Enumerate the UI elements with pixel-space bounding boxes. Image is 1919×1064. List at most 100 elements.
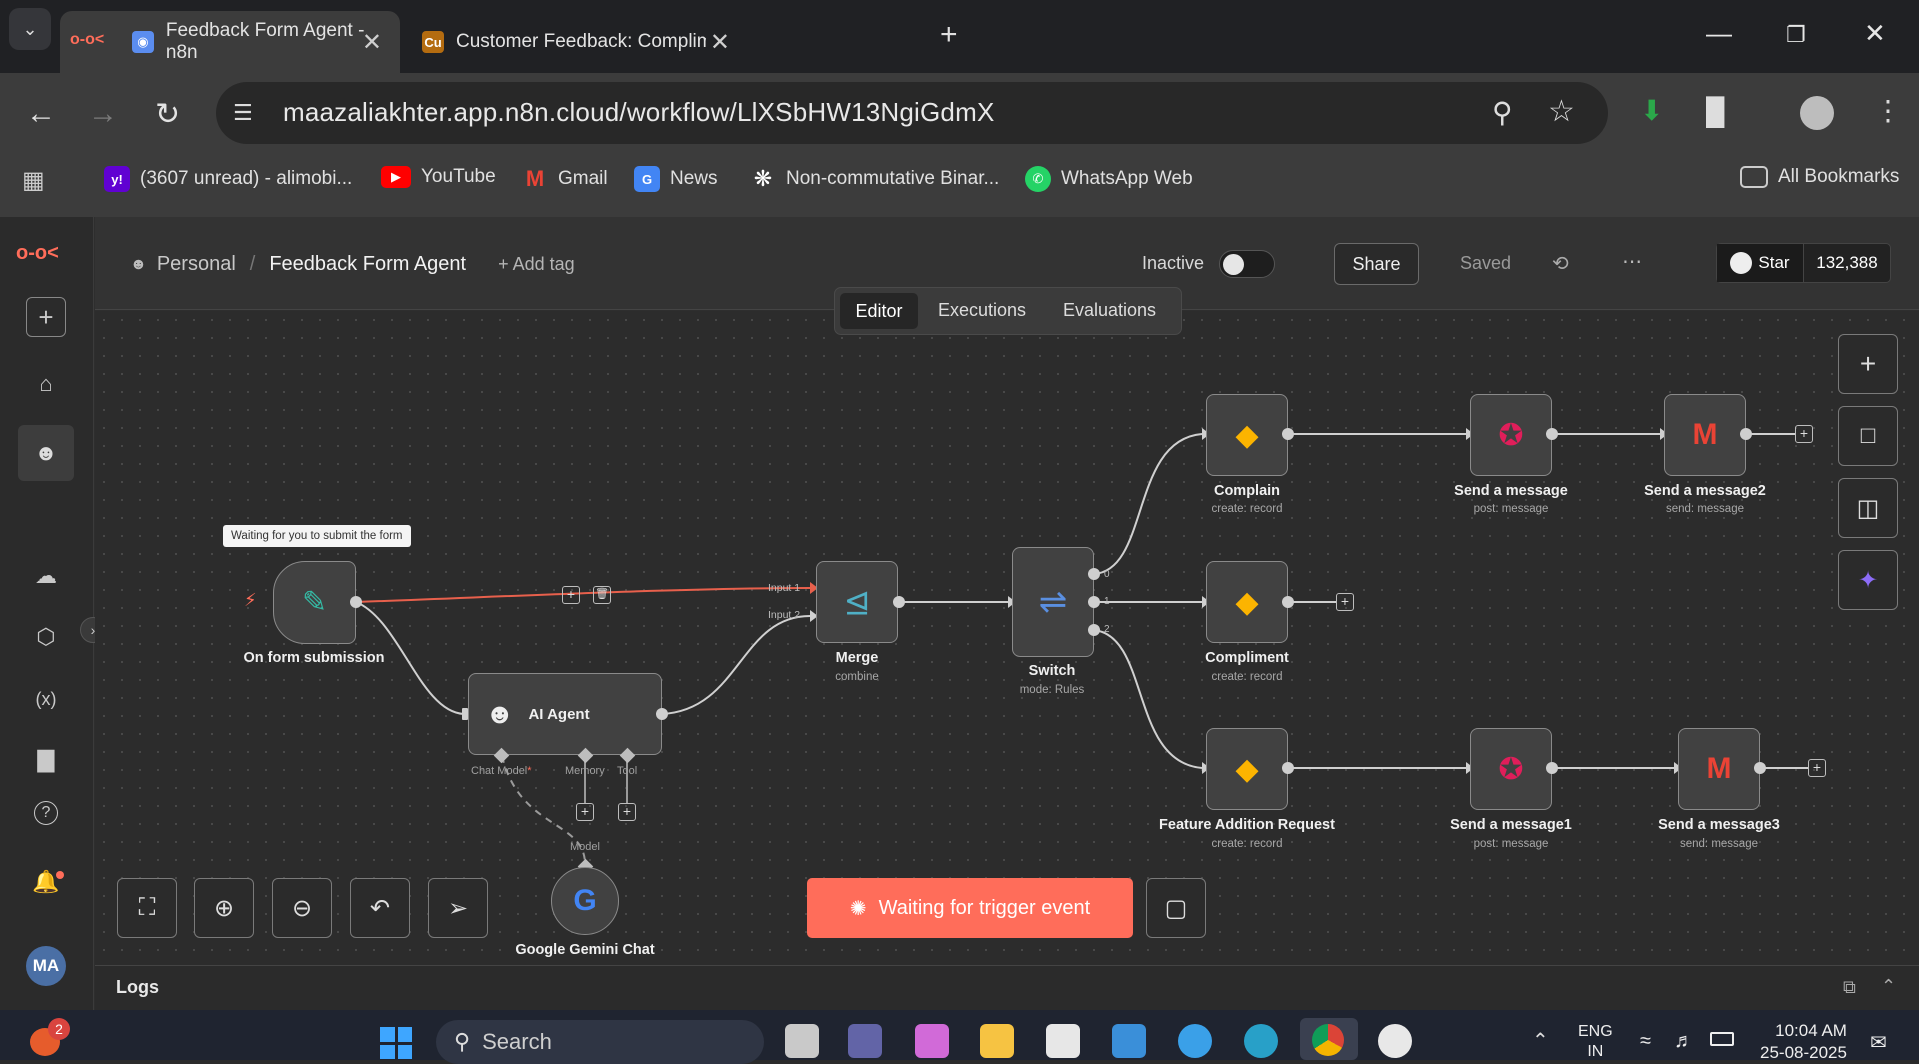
chevron-up-icon[interactable]: ⌃: [1881, 976, 1896, 997]
workflow-canvas[interactable]: [95, 311, 1919, 965]
history-icon[interactable]: ⟲: [1552, 251, 1569, 276]
bookmark-chatgpt[interactable]: ❋ Non-commutative Binar...: [750, 166, 1000, 192]
insights-icon[interactable]: ▇: [26, 740, 66, 780]
slack-output-port[interactable]: [1546, 428, 1558, 440]
pop-out-icon[interactable]: ⧉: [1843, 977, 1856, 998]
agent-input-port[interactable]: [462, 708, 468, 720]
switch-output-0[interactable]: [1088, 568, 1100, 580]
share-button[interactable]: Share: [1334, 243, 1419, 285]
avatar[interactable]: MA: [26, 946, 66, 986]
delete-connection-icon[interactable]: 🗑: [593, 586, 611, 604]
home-icon[interactable]: ⌂: [26, 364, 66, 404]
extensions-icon[interactable]: █: [1706, 96, 1724, 127]
node-send-a-message[interactable]: ✪: [1470, 394, 1552, 476]
get-help-icon[interactable]: [1178, 1024, 1212, 1058]
node-on-form-submission[interactable]: ✎: [273, 561, 356, 644]
github-star-widget[interactable]: Star 132,388: [1716, 243, 1891, 283]
add-node-button[interactable]: +: [1838, 334, 1898, 394]
breadcrumb-project[interactable]: Personal: [157, 253, 236, 276]
activate-toggle[interactable]: [1219, 250, 1275, 278]
taskbar-search[interactable]: ⚲ Search: [436, 1020, 764, 1064]
node-feature-addition-request[interactable]: ◆: [1206, 728, 1288, 810]
bookmark-youtube[interactable]: ▶ YouTube: [381, 166, 496, 188]
apps-grid-icon[interactable]: ▦: [22, 166, 45, 195]
gmail2-output-port[interactable]: [1740, 428, 1752, 440]
node-complain[interactable]: ◆: [1206, 394, 1288, 476]
copilot-icon[interactable]: [915, 1024, 949, 1058]
zoom-icon[interactable]: ⚲: [1492, 96, 1513, 129]
close-tab-icon[interactable]: ✕: [710, 28, 730, 57]
edge-icon[interactable]: [1244, 1024, 1278, 1058]
tab-search-button[interactable]: ⌄: [9, 8, 51, 50]
url-text[interactable]: maazaliakhter.app.n8n.cloud/workflow/LlX…: [283, 97, 995, 128]
all-bookmarks[interactable]: All Bookmarks: [1740, 166, 1899, 188]
notification-center-icon[interactable]: ✉: [1870, 1030, 1887, 1055]
add-node-after-gmail2[interactable]: +: [1795, 425, 1813, 443]
zoom-out-icon[interactable]: ⊖: [272, 878, 332, 938]
node-send-a-message1[interactable]: ✪: [1470, 728, 1552, 810]
bookmark-star-icon[interactable]: ☆: [1548, 94, 1575, 129]
stop-execution-button[interactable]: ▢: [1146, 878, 1206, 938]
n8n-logo-icon[interactable]: o-o<: [16, 242, 59, 265]
gmail3-output-port[interactable]: [1754, 762, 1766, 774]
back-icon[interactable]: ←: [26, 97, 56, 131]
tab-editor[interactable]: Editor: [840, 293, 918, 329]
node-ai-agent[interactable]: ☻ AI Agent: [468, 673, 662, 755]
help-icon[interactable]: ?: [34, 801, 58, 825]
more-options-icon[interactable]: ⋯: [1622, 249, 1642, 274]
node-switch[interactable]: ⇌: [1012, 547, 1094, 657]
add-tool-button[interactable]: +: [618, 803, 636, 821]
node-send-a-message3[interactable]: M: [1678, 728, 1760, 810]
trigger-output-port[interactable]: [350, 596, 362, 608]
tab-executions[interactable]: Executions: [938, 300, 1026, 321]
templates-icon[interactable]: ⬡: [26, 617, 66, 657]
forward-icon[interactable]: →: [88, 97, 118, 131]
node-merge[interactable]: ⊴: [816, 561, 898, 643]
volume-icon[interactable]: ♬: [1674, 1030, 1694, 1053]
node-google-gemini-chat[interactable]: G: [551, 867, 619, 935]
variables-icon[interactable]: (x): [26, 679, 66, 719]
cloud-icon[interactable]: ☁: [26, 556, 66, 596]
bookmark-gmail[interactable]: M Gmail: [522, 166, 608, 192]
start-button-icon[interactable]: [380, 1027, 412, 1059]
slack1-output-port[interactable]: [1546, 762, 1558, 774]
tab-feedback-form-agent[interactable]: o-o< ◉ Feedback Form Agent - n8n ✕: [60, 11, 400, 73]
sticky-note-icon[interactable]: □: [1838, 406, 1898, 466]
site-info-icon[interactable]: ☰: [233, 100, 253, 126]
agent-output-port[interactable]: [656, 708, 668, 720]
complain-output-port[interactable]: [1282, 428, 1294, 440]
photos-icon[interactable]: [1112, 1024, 1146, 1058]
microsoft-store-icon[interactable]: [1046, 1024, 1080, 1058]
reload-icon[interactable]: ↻: [155, 97, 180, 132]
compliment-output-port[interactable]: [1282, 596, 1294, 608]
add-button[interactable]: +: [26, 297, 66, 337]
workflow-name[interactable]: Feedback Form Agent: [269, 253, 466, 276]
bookmark-yahoo[interactable]: y! (3607 unread) - alimobi...: [104, 166, 352, 192]
close-tab-icon[interactable]: ✕: [362, 28, 382, 57]
profile-avatar[interactable]: [1800, 96, 1834, 130]
file-explorer-icon[interactable]: [980, 1024, 1014, 1058]
waiting-trigger-banner[interactable]: ✺ Waiting for trigger event: [807, 878, 1133, 938]
switch-output-1[interactable]: [1088, 596, 1100, 608]
add-memory-button[interactable]: +: [576, 803, 594, 821]
switch-output-2[interactable]: [1088, 624, 1100, 636]
battery-icon[interactable]: [1710, 1032, 1734, 1046]
slack-taskbar-icon[interactable]: [1378, 1024, 1412, 1058]
node-send-a-message2[interactable]: M: [1664, 394, 1746, 476]
new-tab-button[interactable]: +: [940, 18, 958, 52]
language-indicator[interactable]: ENG IN: [1578, 1022, 1613, 1062]
merge-output-port[interactable]: [893, 596, 905, 608]
undo-icon[interactable]: ↶: [350, 878, 410, 938]
tray-overflow-icon[interactable]: ⌃: [1532, 1028, 1549, 1053]
download-icon[interactable]: ⬇: [1640, 94, 1663, 127]
logs-panel[interactable]: Logs ⧉ ⌃: [95, 965, 1919, 1010]
fit-view-icon[interactable]: ⛶: [117, 878, 177, 938]
panel-toggle-icon[interactable]: ◫: [1838, 478, 1898, 538]
minimize-icon[interactable]: —: [1706, 18, 1732, 49]
restore-icon[interactable]: ❐: [1786, 22, 1806, 48]
add-node-after-gmail3[interactable]: +: [1808, 759, 1826, 777]
feature-output-port[interactable]: [1282, 762, 1294, 774]
tab-customer-feedback[interactable]: Cu Customer Feedback: Compliment - Ai ✕: [408, 11, 748, 73]
bookmark-whatsapp[interactable]: ✆ WhatsApp Web: [1025, 166, 1193, 192]
tab-evaluations[interactable]: Evaluations: [1063, 300, 1156, 321]
